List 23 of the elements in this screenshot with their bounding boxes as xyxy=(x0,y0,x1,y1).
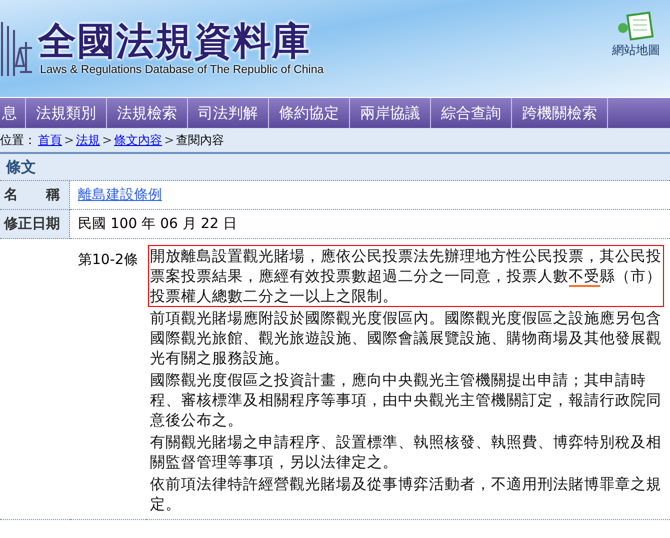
field-label: 修正日期 xyxy=(0,210,70,239)
field-label: 名 稱 xyxy=(0,181,70,210)
section-title: 條文 xyxy=(0,154,670,181)
breadcrumb-link[interactable]: 首頁 xyxy=(38,132,62,148)
breadcrumb-current: 查閱內容 xyxy=(176,132,224,148)
calendar-icon xyxy=(617,10,655,42)
breadcrumb-separator: > xyxy=(64,133,74,147)
article-number: 第10-2條 xyxy=(70,239,146,520)
breadcrumb-label: 位置： xyxy=(0,132,36,148)
law-name-link[interactable]: 離島建設條例 xyxy=(78,187,162,203)
sitemap-link[interactable]: 網站地圖 xyxy=(612,10,660,59)
breadcrumb-separator: > xyxy=(164,133,174,147)
site-title: 全國法規資料庫 xyxy=(38,18,312,64)
breadcrumb-link[interactable]: 條文內容 xyxy=(114,132,162,148)
field-value: 民國 100 年 06 月 22 日 xyxy=(70,210,670,239)
highlighted-paragraph: 開放離島設置觀光賭場，應依公民投票法先辦理地方性公民投票，其公民投票案投票結果，應經有效投票數超過二分之一同意，投票人數不受縣（市）投票權人總數二分之一以上之限制。 xyxy=(148,245,664,307)
breadcrumb-link[interactable]: 法規 xyxy=(76,132,100,148)
article-paragraph: 有關觀光賭場之申請程序、設置標準、執照核發、執照費、博弈特別稅及相關監督管理等事項，另以法律定之。 xyxy=(149,432,662,473)
site-subtitle: Laws & Regulations Database of The Republic of China xyxy=(40,64,324,76)
article-paragraph: 國際觀光度假區之投資計畫，應向中央觀光主管機關提出申請；其申請時程、審核標準及相關程序等事項，由中央觀光主管機關訂定，報請行政院同意後公布之。 xyxy=(149,370,662,431)
article-paragraph: 依前項法律特許經營觀光賭場及從事博弈活動者，不適用刑法賭博罪章之規定。 xyxy=(149,474,662,515)
article-paragraph: 前項觀光賭場應附設於國際觀光度假區內。國際觀光度假區之設施應另包含國際觀光旅館、觀光旅遊設施、國際會議展覽設施、購物商場及其他發展觀光有關之服務設施。 xyxy=(149,308,662,369)
breadcrumb-separator: > xyxy=(102,133,112,147)
